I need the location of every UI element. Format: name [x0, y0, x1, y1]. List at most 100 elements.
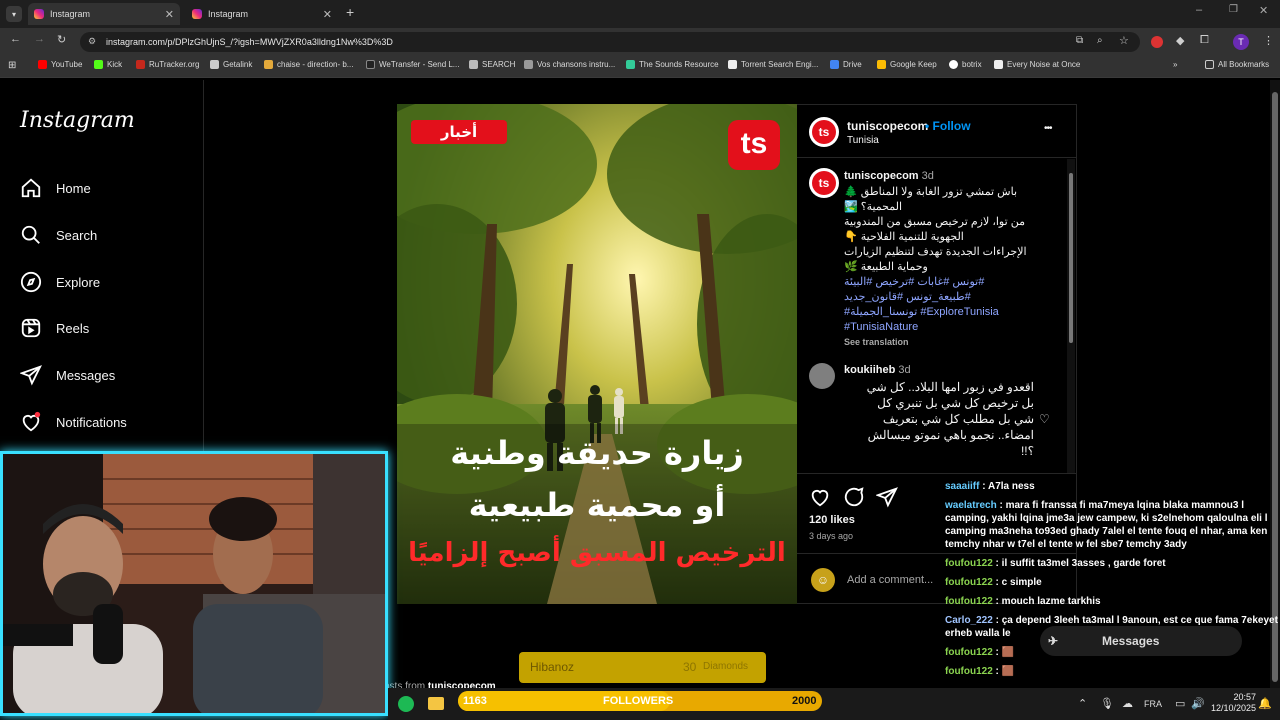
spotify-icon[interactable]	[398, 696, 414, 712]
address-bar[interactable]: ⚙ instagram.com/p/DPlzGhUjnS_/?igsh=MWVj…	[80, 32, 1140, 52]
bookmark-star-icon[interactable]: ☆	[1119, 34, 1129, 47]
add-comment-input[interactable]: Add a comment...	[847, 574, 933, 586]
tab-search-button[interactable]: ▾	[6, 6, 22, 22]
back-icon[interactable]: ←	[10, 33, 21, 45]
notification-bell-icon[interactable]: 🔔	[1258, 697, 1272, 710]
bookmark-item[interactable]: YouTube	[38, 60, 82, 69]
post-location[interactable]: Tunisia	[847, 135, 879, 146]
menu-icon[interactable]: ⋮	[1263, 34, 1274, 47]
tray-chevron-icon[interactable]: ⌃	[1078, 697, 1087, 710]
cloud-icon[interactable]: ☁	[1122, 697, 1133, 710]
likes-count[interactable]: 120 likes	[809, 514, 855, 526]
volume-icon[interactable]: 🔊	[1191, 697, 1205, 710]
instagram-logo[interactable]: Instagram	[20, 108, 135, 133]
display-icon[interactable]: ▭	[1175, 697, 1185, 710]
chat-text: c simple	[1001, 577, 1042, 588]
extensions-puzzle-icon[interactable]: ⧠	[1200, 34, 1209, 47]
sidebar-item-search[interactable]: Search	[20, 223, 97, 247]
close-tab-icon[interactable]: ✕	[165, 8, 174, 21]
apps-grid-icon[interactable]: ⊞	[8, 60, 16, 71]
username-text: koukiiheb	[844, 364, 896, 376]
new-tab-button[interactable]: +	[346, 4, 354, 20]
zoom-icon[interactable]: ⌕	[1097, 35, 1103, 46]
webcam-scene	[3, 454, 385, 713]
sidebar-item-messages[interactable]: Messages	[20, 363, 115, 387]
hashtag-line[interactable]: #TunisiaNature	[844, 320, 1064, 335]
url-text: instagram.com/p/DPlzGhUjnS_/?igsh=MWVjZX…	[106, 37, 393, 47]
clock[interactable]: 20:57 12/10/2025	[1208, 692, 1256, 714]
news-tag: أخبار	[411, 120, 507, 144]
rutracker-icon	[136, 60, 145, 69]
file-explorer-icon[interactable]	[428, 697, 444, 710]
install-app-icon[interactable]: ⧉	[1076, 35, 1083, 46]
comments-scrollbar[interactable]	[1067, 159, 1075, 473]
bookmark-item[interactable]: Google Keep	[877, 60, 937, 69]
sidebar-item-reels[interactable]: Reels	[20, 316, 89, 340]
all-bookmarks-button[interactable]: All Bookmarks	[1205, 60, 1269, 69]
like-comment-icon[interactable]: ♡	[1039, 412, 1050, 426]
sidebar-item-home[interactable]: Home	[20, 176, 91, 200]
bookmark-label: Getalink	[223, 60, 253, 69]
bookmark-item[interactable]: chaise - direction- b...	[264, 60, 353, 69]
more-options-icon[interactable]: •••	[1044, 123, 1052, 134]
drive-icon	[830, 60, 839, 69]
site-info-icon[interactable]: ⚙	[88, 36, 96, 47]
close-tab-icon[interactable]: ✕	[323, 8, 332, 21]
divider	[797, 473, 1076, 474]
microphone-icon[interactable]: 🎙	[1100, 697, 1114, 710]
messages-popup[interactable]: ✈ Messages	[1040, 626, 1242, 656]
caption-avatar[interactable]: ts	[809, 168, 839, 198]
bookmark-item[interactable]: Getalink	[210, 60, 252, 69]
author-avatar[interactable]: ts	[809, 117, 839, 147]
author-username[interactable]: tuniscopecom	[847, 119, 928, 133]
follow-button[interactable]: • Follow	[925, 119, 971, 133]
commenter-avatar[interactable]	[809, 363, 835, 389]
bookmark-item[interactable]: SEARCH	[469, 60, 515, 69]
browser-tab-2[interactable]: Instagram ✕	[186, 3, 338, 25]
bookmark-item[interactable]: Vos chansons instru...	[524, 60, 615, 69]
chat-text: il suffit ta3mel 3asses , garde foret	[1001, 558, 1166, 569]
forward-icon[interactable]: →	[34, 33, 45, 45]
bookmark-item[interactable]: botrix	[949, 60, 982, 69]
post-image[interactable]: أخبار ts زيارة حديقة وطنية أو محمية طبيع…	[397, 104, 797, 604]
extension-icon[interactable]	[1151, 36, 1163, 48]
restore-button[interactable]: ❐	[1229, 4, 1238, 15]
hashtag-line[interactable]: #طبيعة_تونس #قانون_جديد	[844, 290, 1064, 305]
bookmark-item[interactable]: Drive	[830, 60, 862, 69]
hashtag-line[interactable]: #تونسنا_الجميلة #ExploreTunisia	[844, 305, 1064, 320]
close-window-button[interactable]: ✕	[1259, 4, 1268, 17]
comment-line: شي بل مطلب كل شي بتعريف	[882, 412, 1034, 426]
minimize-button[interactable]: –	[1196, 4, 1202, 16]
browser-tab-1[interactable]: Instagram ✕	[28, 3, 180, 25]
bookmark-item[interactable]: Every Noise at Once	[994, 60, 1080, 69]
keyboard-language[interactable]: FRA	[1144, 699, 1162, 709]
like-icon[interactable]	[809, 486, 831, 508]
bookmark-item[interactable]: Torrent Search Engi...	[728, 60, 818, 69]
see-translation-link[interactable]: See translation	[844, 335, 1064, 350]
bookmark-favicon-icon	[524, 60, 533, 69]
comment-icon[interactable]	[843, 486, 865, 508]
bookmark-item[interactable]: RuTracker.org	[136, 60, 199, 69]
caption-username[interactable]: tuniscopecom 3d	[844, 170, 934, 182]
followers-goal-bar: 1163 FOLLOWERS 2000	[458, 691, 822, 711]
reload-icon[interactable]: ↻	[57, 33, 66, 46]
chat-username: foufou122	[945, 647, 993, 658]
followers-current: 1163	[463, 695, 487, 707]
bookmark-label: chaise - direction- b...	[277, 60, 354, 69]
donation-goal-amount: 30	[683, 660, 697, 674]
more-bookmarks-icon[interactable]: »	[1173, 60, 1177, 69]
chat-username: foufou122	[945, 577, 993, 588]
donation-goal-widget: Hibanoz 30 Diamonds	[519, 652, 766, 683]
hashtag-line[interactable]: #تونس #غابات #ترخيص #البيئة	[844, 275, 1064, 290]
sidebar-item-explore[interactable]: Explore	[20, 270, 100, 294]
extension-diamond-icon[interactable]: ◆	[1176, 34, 1184, 47]
bookmark-item[interactable]: The Sounds Resource	[626, 60, 719, 69]
comment-username[interactable]: koukiiheb 3d	[844, 364, 911, 376]
emoji-icon[interactable]: ☺	[811, 568, 835, 592]
profile-avatar[interactable]: T	[1233, 34, 1249, 50]
sidebar-item-notifications[interactable]: Notifications	[20, 410, 127, 434]
comments-scrollbar-thumb[interactable]	[1069, 173, 1073, 343]
bookmark-item[interactable]: WeTransfer - Send L...	[366, 60, 459, 69]
bookmark-item[interactable]: Kick	[94, 60, 122, 69]
share-icon[interactable]	[876, 486, 898, 508]
